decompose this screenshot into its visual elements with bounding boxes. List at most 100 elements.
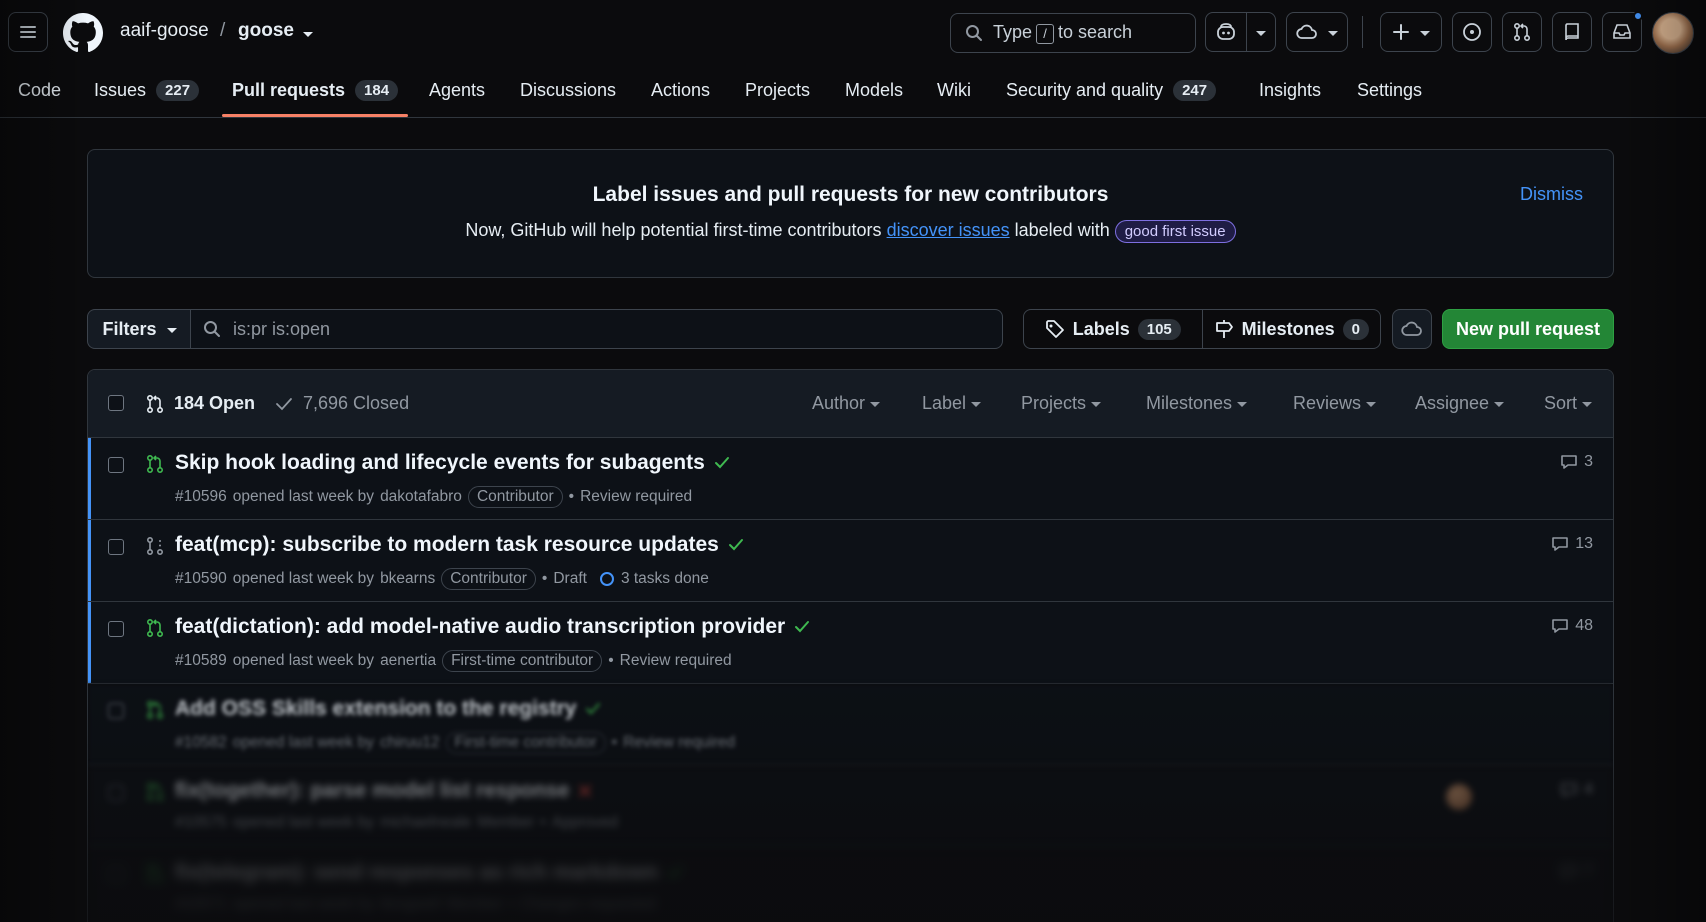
milestones-filter[interactable]: Milestones <box>1146 393 1248 414</box>
open-filter-tab[interactable]: 184 Open <box>145 393 255 414</box>
meta-dot: • <box>611 734 618 751</box>
row-checkbox[interactable] <box>108 703 124 719</box>
check-passed-icon[interactable] <box>666 864 684 882</box>
pr-author-link[interactable]: chiruu12 <box>380 734 439 752</box>
select-all-checkbox[interactable] <box>108 395 124 411</box>
row-checkbox[interactable] <box>108 785 124 801</box>
milestones-button[interactable]: Milestones 0 <box>1201 310 1381 348</box>
github-octocat-icon <box>63 13 103 53</box>
pr-title-link[interactable]: feat(mcp): subscribe to modern task reso… <box>175 533 719 557</box>
pr-row[interactable]: Skip hook loading and lifecycle events f… <box>88 438 1613 520</box>
check-failed-icon[interactable] <box>577 783 593 799</box>
tab-discussions[interactable]: Discussions <box>520 77 616 103</box>
dismiss-button[interactable]: Dismiss <box>1520 184 1583 205</box>
check-passed-icon[interactable] <box>793 618 811 636</box>
tab-code[interactable]: Code <box>18 77 61 103</box>
pr-title-link[interactable]: feat(dictation): add model-native audio … <box>175 615 785 639</box>
check-passed-icon[interactable] <box>727 536 745 554</box>
repositories-button[interactable] <box>1552 12 1592 52</box>
comment-icon <box>1561 455 1577 469</box>
comments-link[interactable]: 7 <box>1560 863 1593 881</box>
pr-author-link[interactable]: michaelneale <box>380 814 471 832</box>
tab-wiki[interactable]: Wiki <box>937 77 971 103</box>
assignee-filter[interactable]: Assignee <box>1415 393 1505 414</box>
comments-link[interactable]: 3 <box>1560 453 1593 471</box>
search-prefix: Type <box>993 22 1033 42</box>
copilot-menu-button[interactable] <box>1246 12 1276 52</box>
sort-filter[interactable]: Sort <box>1544 393 1593 414</box>
menu-button[interactable] <box>8 12 48 52</box>
labels-label: Labels <box>1072 318 1130 339</box>
comments-link[interactable]: 48 <box>1551 617 1593 635</box>
pr-row[interactable]: Add OSS Skills extension to the registry… <box>88 684 1613 766</box>
repo-name-link[interactable]: goose <box>238 20 294 42</box>
inbox-icon <box>1613 24 1631 39</box>
tab-security[interactable]: Security and quality 247 <box>1006 77 1217 103</box>
row-checkbox[interactable] <box>108 867 124 883</box>
issues-button[interactable] <box>1452 12 1492 52</box>
discover-issues-link[interactable]: discover issues <box>887 220 1010 240</box>
good-first-issue-label[interactable]: good first issue <box>1114 220 1236 243</box>
pr-title-link[interactable]: Skip hook loading and lifecycle events f… <box>175 451 705 475</box>
global-search-input[interactable]: Type / to search <box>950 13 1196 53</box>
projects-filter[interactable]: Projects <box>1021 393 1102 414</box>
filters-label: Filters <box>102 318 157 339</box>
review-status-link[interactable]: Review required <box>580 488 692 506</box>
row-checkbox[interactable] <box>108 539 124 555</box>
review-status-link[interactable]: Changes requested <box>521 896 656 914</box>
row-checkbox[interactable] <box>108 457 124 473</box>
create-new-button[interactable] <box>1380 12 1442 52</box>
repo-switcher-chevron-icon[interactable] <box>303 32 313 37</box>
pr-author-link[interactable]: aenertia <box>380 652 436 670</box>
chevron-down-icon <box>1582 402 1593 407</box>
pr-title-link[interactable]: Add OSS Skills extension to the registry <box>175 697 576 721</box>
tab-agents[interactable]: Agents <box>429 77 485 103</box>
reviews-filter[interactable]: Reviews <box>1293 393 1377 414</box>
pr-title-link[interactable]: fix(telegram): send responses as rich ma… <box>175 861 658 885</box>
check-passed-icon[interactable] <box>584 700 602 718</box>
comments-link[interactable]: 13 <box>1551 535 1593 553</box>
tab-actions[interactable]: Actions <box>651 77 710 103</box>
tab-settings[interactable]: Settings <box>1357 77 1422 103</box>
assignee-avatar[interactable] <box>1446 784 1472 810</box>
review-status-link[interactable]: Review required <box>623 734 735 752</box>
user-avatar[interactable] <box>1652 12 1694 54</box>
global-header: aaif-goose / goose Type / to search <box>0 0 1706 66</box>
author-filter[interactable]: Author <box>812 393 881 414</box>
pr-author-link[interactable]: tlongwell <box>380 896 440 914</box>
pr-author-link[interactable]: bkearns <box>380 570 435 588</box>
pr-number: #10582 <box>175 734 227 751</box>
pr-row[interactable]: feat(mcp): subscribe to modern task reso… <box>88 520 1613 602</box>
tab-insights[interactable]: Insights <box>1259 77 1321 103</box>
search-query: is:pr is:open <box>233 318 331 339</box>
pr-search-input[interactable]: is:pr is:open <box>190 309 1003 349</box>
pr-title-link[interactable]: fix(together): parse model list response <box>175 779 569 803</box>
pull-requests-button[interactable] <box>1502 12 1542 52</box>
comments-link[interactable]: 4 <box>1560 781 1593 799</box>
github-logo[interactable] <box>63 13 103 53</box>
closed-filter-tab[interactable]: 7,696 Closed <box>274 393 409 414</box>
new-pull-request-button[interactable]: New pull request <box>1442 309 1614 349</box>
check-passed-icon[interactable] <box>713 454 731 472</box>
pr-row[interactable]: fix(telegram): send responses as rich ma… <box>88 848 1613 922</box>
codespaces-button[interactable] <box>1286 12 1348 52</box>
filters-button[interactable]: Filters <box>87 309 191 349</box>
tab-pull-requests[interactable]: Pull requests 184 <box>232 77 399 103</box>
labels-button[interactable]: Labels 105 <box>1024 310 1202 348</box>
row-checkbox[interactable] <box>108 621 124 637</box>
pr-row[interactable]: feat(dictation): add model-native audio … <box>88 602 1613 684</box>
tab-issues[interactable]: Issues 227 <box>94 77 200 103</box>
pr-row[interactable]: fix(together): parse model list response… <box>88 766 1613 848</box>
git-pull-request-icon <box>1513 22 1531 42</box>
review-status-link[interactable]: Approved <box>552 814 618 832</box>
review-status-link[interactable]: Review required <box>620 652 732 670</box>
tab-label: Discussions <box>520 79 617 100</box>
tab-projects[interactable]: Projects <box>745 77 810 103</box>
codespace-pr-button[interactable] <box>1392 309 1432 349</box>
label-filter[interactable]: Label <box>922 393 982 414</box>
tab-label: Settings <box>1357 79 1423 100</box>
pr-author-link[interactable]: dakotafabro <box>380 488 462 506</box>
tab-models[interactable]: Models <box>845 77 903 103</box>
copilot-button[interactable] <box>1205 12 1247 52</box>
repo-owner-link[interactable]: aaif-goose <box>120 20 209 42</box>
